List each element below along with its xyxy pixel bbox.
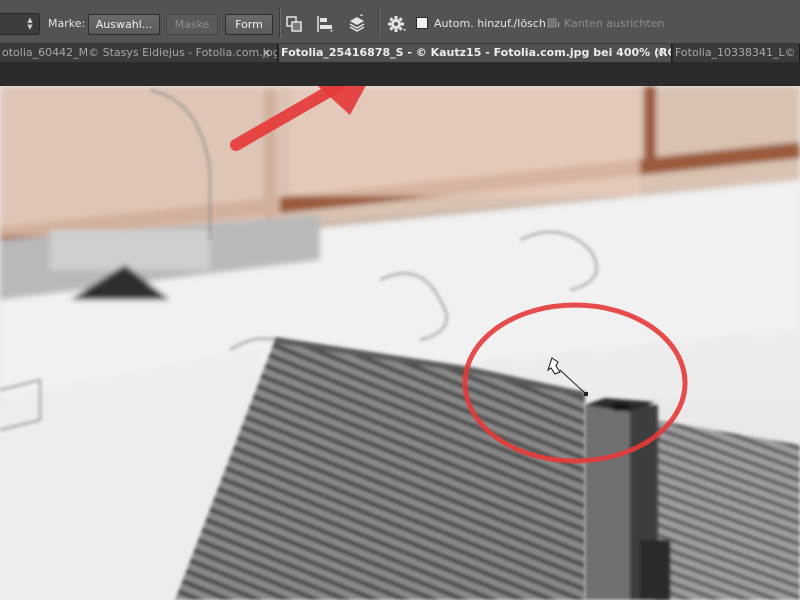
path-arrangement-icon[interactable] (346, 14, 368, 34)
document-canvas[interactable] (0, 86, 800, 600)
path-alignment-icon[interactable] (314, 14, 336, 34)
tab-label: Fotolia_10338341_L© E (675, 46, 800, 59)
tool-preset-stepper[interactable]: ▲ ▼ (0, 13, 40, 35)
align-edges-label: Kanten ausrichten (564, 17, 665, 30)
divider (279, 8, 280, 38)
tab-label: otolia_60442_M© Stasys Eidiejus - Fotoli… (2, 46, 278, 59)
close-icon[interactable]: × (656, 44, 665, 61)
options-bar: ▲ ▼ Marke: Auswahl... Maske Form Autom. … (0, 0, 800, 44)
canvas-image (0, 86, 800, 600)
divider (378, 8, 379, 38)
tab-label: Fotolia_25416878_S - © Kautz15 - Fotolia… (281, 46, 671, 59)
shape-button[interactable]: Form (225, 14, 273, 35)
document-tab-bar: otolia_60442_M© Stasys Eidiejus - Fotoli… (0, 44, 800, 62)
tab-document-3[interactable]: Fotolia_10338341_L© E (673, 44, 800, 62)
auto-add-delete-checkbox[interactable] (416, 17, 428, 29)
make-selection-button[interactable]: Auswahl... (88, 14, 160, 35)
up-down-arrows-icon: ▲ ▼ (27, 16, 33, 31)
document-ruler-strip (0, 62, 800, 86)
gear-icon[interactable] (385, 14, 407, 34)
marke-label: Marke: (48, 17, 86, 30)
auto-add-delete-label: Autom. hinzuf./löschen (434, 17, 560, 30)
tab-document-1[interactable]: otolia_60442_M© Stasys Eidiejus - Fotoli… (0, 44, 278, 62)
path-operations-icon[interactable] (283, 14, 305, 34)
align-edges-checkbox[interactable] (546, 17, 558, 29)
close-icon[interactable]: × (262, 44, 271, 61)
mask-button[interactable]: Maske (166, 14, 218, 35)
tab-document-2[interactable]: Fotolia_25416878_S - © Kautz15 - Fotolia… (279, 44, 672, 62)
